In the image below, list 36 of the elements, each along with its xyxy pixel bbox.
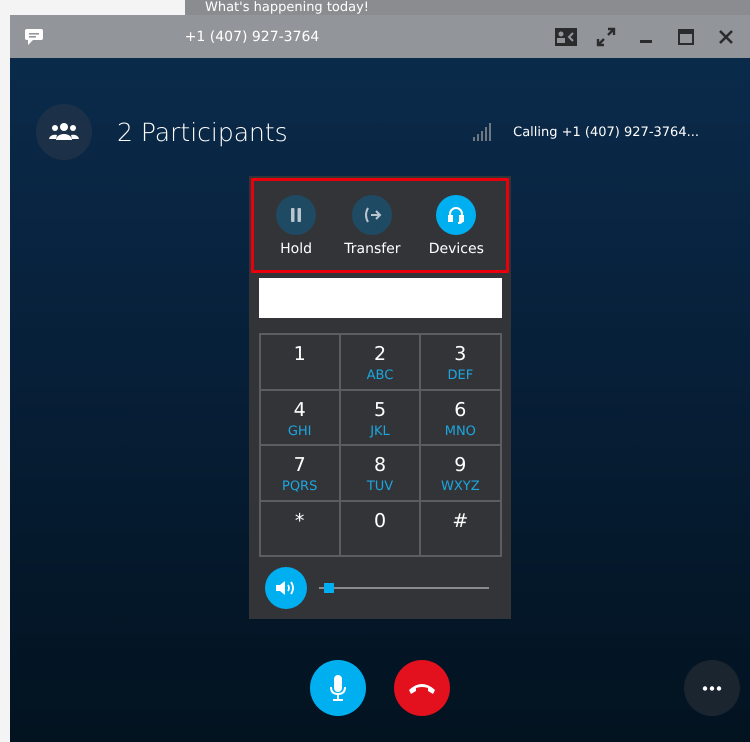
volume-thumb[interactable] (324, 583, 334, 593)
keypad-key[interactable]: 3 DEF (420, 334, 500, 390)
devices-button[interactable]: Devices (428, 194, 484, 256)
phone-hang-up-icon (407, 681, 437, 695)
participants-count: 2 Participants (117, 118, 289, 146)
call-status: Calling +1 (407) 927-3764... (513, 124, 699, 140)
chat-bubble-icon (24, 28, 44, 46)
keypad-key[interactable]: 5 JKL (340, 390, 420, 445)
keypad-key[interactable]: * (260, 500, 340, 556)
expand-icon (596, 26, 616, 46)
speaker-icon (274, 579, 296, 597)
transfer-button[interactable]: Transfer (344, 194, 401, 256)
keypad-key[interactable]: 9 WXYZ (420, 445, 500, 500)
dial-input-field[interactable] (258, 278, 502, 318)
headset-icon (446, 204, 466, 224)
keypad-key[interactable]: 1 (260, 334, 340, 390)
people-icon (49, 122, 79, 142)
speaker-button[interactable] (264, 567, 306, 609)
microphone-icon (329, 675, 347, 701)
pause-icon (290, 206, 302, 222)
keypad-key[interactable]: 6 MNO (420, 390, 500, 445)
maximize-icon (678, 28, 694, 44)
window-title: +1 (407) 927-3764 (184, 28, 320, 44)
contact-card-icon (555, 28, 577, 46)
keypad-key[interactable]: 2 ABC (340, 334, 420, 390)
keypad-key[interactable]: 8 TUV (340, 445, 420, 500)
more-icon (702, 686, 722, 690)
keypad-key[interactable]: # (420, 500, 500, 556)
phone-transfer-icon (362, 204, 382, 224)
close-icon (718, 28, 734, 44)
background-banner: What's happening today! (185, 0, 750, 16)
signal-strength-icon (473, 123, 494, 141)
keypad-key[interactable]: 7 PQRS (260, 445, 340, 500)
minimize-icon (640, 40, 652, 43)
keypad-key[interactable]: 4 GHI (260, 390, 340, 445)
keypad-key[interactable]: 0 (340, 500, 420, 556)
